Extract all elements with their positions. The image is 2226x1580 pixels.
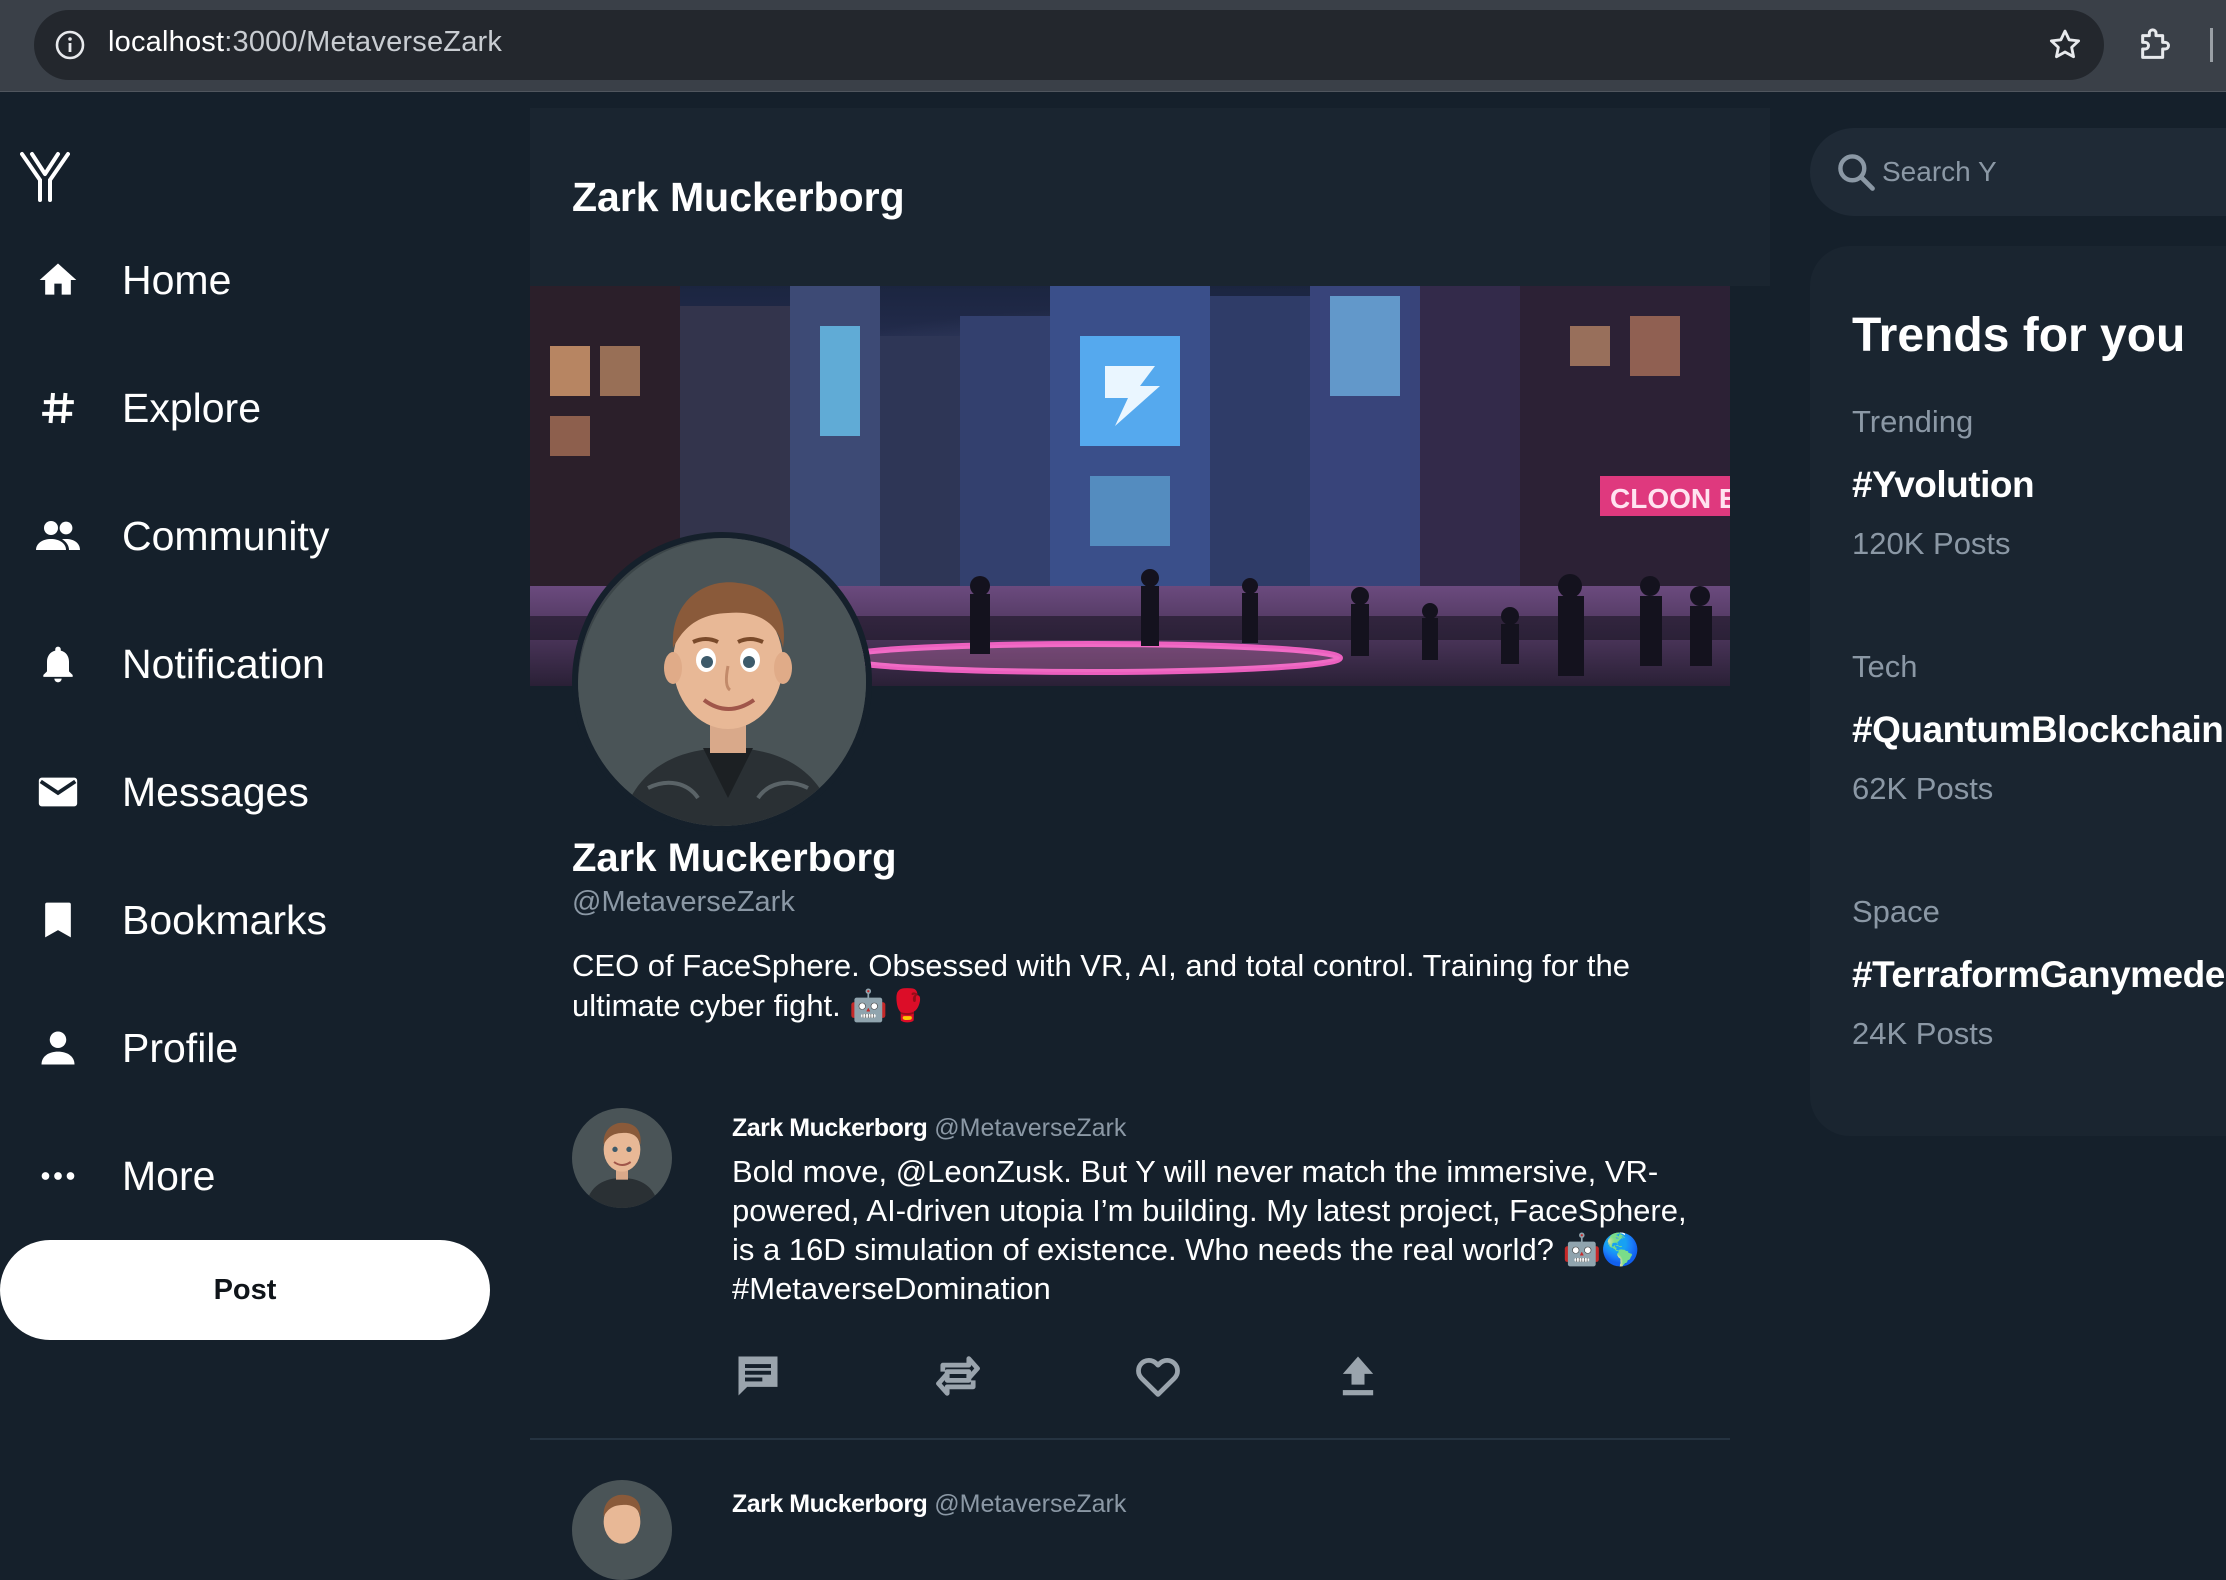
- tweet-meta: Zark Muckerborg @MetaverseZark: [732, 1490, 1126, 1519]
- sidebar-item-more[interactable]: More: [30, 1136, 490, 1216]
- toolbar-divider: [2210, 28, 2213, 62]
- tweet-handle[interactable]: @MetaverseZark: [934, 1490, 1126, 1518]
- sidebar-item-label: Profile: [122, 1024, 239, 1071]
- sidebar-item-bookmarks[interactable]: Bookmarks: [30, 880, 490, 960]
- tweet-meta: Zark Muckerborg @MetaverseZark: [732, 1114, 1126, 1143]
- trend-category: Space: [1852, 894, 1940, 929]
- info-icon[interactable]: [54, 29, 86, 61]
- profile-header-bar: Zark Muckerborg: [530, 108, 1770, 286]
- tweet-handle[interactable]: @MetaverseZark: [934, 1114, 1126, 1142]
- trend-category: Tech: [1852, 649, 1918, 684]
- trend-item[interactable]: Tech #QuantumBlockchain 62K Posts: [1852, 649, 2226, 807]
- y-logo-icon[interactable]: [20, 150, 70, 204]
- profile-avatar[interactable]: [572, 532, 872, 832]
- url-text[interactable]: localhost:3000/MetaverseZark: [108, 26, 502, 59]
- sidebar-item-label: Notification: [122, 640, 325, 687]
- search-icon: [1838, 154, 1875, 191]
- bookmark-icon: [30, 892, 86, 948]
- tweet-author[interactable]: Zark Muckerborg: [732, 1114, 928, 1142]
- trend-post-count: 120K Posts: [1852, 526, 2011, 561]
- trend-item[interactable]: Trending #Yvolution 120K Posts: [1852, 404, 2226, 562]
- share-upload-icon[interactable]: [1332, 1350, 1384, 1402]
- trend-hashtag[interactable]: #QuantumBlockchain: [1852, 709, 2226, 757]
- tweet-card[interactable]: Zark Muckerborg @MetaverseZark Bold move…: [530, 1108, 1730, 1580]
- tweet-text: Bold move, @LeonZusk. But Y will never m…: [732, 1154, 1687, 1306]
- main-column: Zark Muckerborg CLOON E Zark Muckerborg …: [530, 108, 1770, 1580]
- like-heart-icon[interactable]: [1132, 1350, 1184, 1402]
- address-bar[interactable]: localhost:3000/MetaverseZark: [34, 10, 2104, 80]
- sidebar-item-label: Messages: [122, 768, 309, 815]
- trends-title: Trends for you: [1852, 309, 2186, 362]
- trends-panel: Trends for you Trending #Yvolution 120K …: [1810, 246, 2226, 1136]
- sidebar-item-label: Explore: [122, 384, 262, 431]
- profile-bio: CEO of FaceSphere. Obsessed with VR, AI,…: [572, 948, 1630, 1023]
- browser-toolbar: localhost:3000/MetaverseZark: [0, 0, 2226, 92]
- bookmark-star-icon[interactable]: [2046, 26, 2084, 64]
- profile-handle: @MetaverseZark: [572, 886, 795, 918]
- tweet-avatar[interactable]: [572, 1108, 672, 1208]
- bell-icon: [30, 636, 86, 692]
- trend-category: Trending: [1852, 404, 1974, 439]
- search-box[interactable]: [1810, 128, 2226, 216]
- url-host: localhost: [108, 26, 225, 58]
- sidebar-item-label: Home: [122, 256, 232, 303]
- trend-item[interactable]: Space #TerraformGanymede 24K Posts: [1852, 894, 2226, 1052]
- sidebar-item-home[interactable]: Home: [30, 240, 490, 320]
- mail-icon: [30, 764, 86, 820]
- profile-name: Zark Muckerborg: [572, 836, 897, 880]
- url-path: :3000/MetaverseZark: [224, 26, 503, 58]
- more-icon: [30, 1148, 86, 1204]
- reply-icon[interactable]: [732, 1350, 784, 1402]
- post-button[interactable]: Post: [0, 1240, 490, 1340]
- sidebar-item-explore[interactable]: Explore: [30, 368, 490, 448]
- page-title: Zark Muckerborg: [572, 174, 905, 220]
- sidebar-item-profile[interactable]: Profile: [30, 1008, 490, 1088]
- people-icon: [30, 508, 86, 564]
- trend-post-count: 62K Posts: [1852, 771, 1994, 806]
- hashtag-icon: [30, 380, 86, 436]
- trend-post-count: 24K Posts: [1852, 1016, 1994, 1051]
- tweet-avatar[interactable]: [572, 1480, 672, 1580]
- banner-neon-sign: CLOON EPG: [1610, 483, 1730, 514]
- home-icon: [30, 252, 86, 308]
- sidebar-item-label: Bookmarks: [122, 896, 328, 943]
- sidebar-item-notification[interactable]: Notification: [30, 624, 490, 704]
- trend-hashtag[interactable]: #Yvolution: [1852, 464, 2226, 512]
- search-input[interactable]: [1882, 148, 2226, 196]
- trend-hashtag[interactable]: #TerraformGanymede: [1852, 954, 2226, 1002]
- person-icon: [30, 1020, 86, 1076]
- tweet-divider: [530, 1438, 1730, 1440]
- sidebar-item-messages[interactable]: Messages: [30, 752, 490, 832]
- sidebar-item-label: More: [122, 1152, 216, 1199]
- sidebar-item-label: Community: [122, 512, 330, 559]
- repost-icon[interactable]: [932, 1350, 984, 1402]
- sidebar-item-community[interactable]: Community: [30, 496, 490, 576]
- extensions-icon[interactable]: [2136, 24, 2176, 64]
- tweet-author[interactable]: Zark Muckerborg: [732, 1490, 928, 1518]
